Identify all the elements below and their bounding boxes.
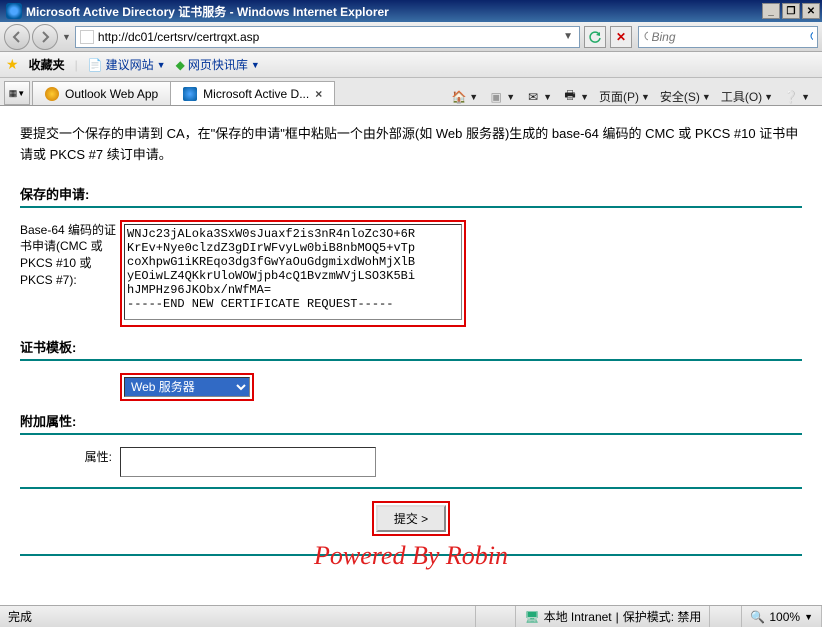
forward-button[interactable]	[32, 24, 58, 50]
search-input[interactable]	[652, 30, 809, 44]
ie-icon	[6, 3, 22, 19]
dropdown-icon: ▼	[804, 612, 813, 622]
status-separator	[476, 606, 516, 627]
owa-icon	[45, 87, 59, 101]
saved-request-heading: 保存的申请:	[20, 184, 802, 203]
minimize-button[interactable]: _	[762, 3, 780, 19]
stop-icon: ✕	[616, 30, 626, 44]
quick-tabs-button[interactable]: ▦▼	[4, 81, 30, 105]
template-heading: 证书模板:	[20, 337, 802, 356]
window-titlebar: Microsoft Active Directory 证书服务 - Window…	[0, 0, 822, 22]
window-title: Microsoft Active Directory 证书服务 - Window…	[26, 3, 762, 20]
tab-label: Outlook Web App	[65, 87, 158, 101]
tools-menu[interactable]: 工具(O) ▼	[721, 88, 773, 105]
stop-button[interactable]: ✕	[610, 26, 632, 48]
intro-text: 要提交一个保存的申请到 CA，在"保存的申请"框中粘贴一个由外部源(如 Web …	[20, 124, 802, 166]
refresh-icon	[588, 30, 602, 44]
slice-icon: ◆	[176, 58, 185, 72]
refresh-button[interactable]	[584, 26, 606, 48]
protected-mode-label: 保护模式: 禁用	[623, 608, 702, 625]
tab-label: Microsoft Active D...	[203, 87, 309, 101]
link-label: 网页快讯库	[188, 56, 248, 73]
favorites-star-icon[interactable]: ★	[6, 56, 19, 73]
status-bar: 完成 🖥 本地 Intranet | 保护模式: 禁用 🔍 100% ▼	[0, 605, 822, 627]
home-icon: 🏠	[451, 89, 467, 105]
zoom-label: 100%	[769, 610, 800, 624]
attrs-textarea[interactable]	[120, 447, 376, 477]
tab-certsrv[interactable]: Microsoft Active D... ×	[170, 81, 335, 105]
tab-outlook[interactable]: Outlook Web App	[32, 81, 171, 105]
history-dropdown-icon[interactable]: ▼	[60, 32, 73, 42]
close-button[interactable]: ✕	[802, 3, 820, 19]
csr-label: Base-64 编码的证书申请(CMC 或 PKCS #10 或 PKCS #7…	[20, 220, 120, 289]
template-highlight-box: Web 服务器	[120, 373, 254, 401]
submit-row: 提交 >	[20, 501, 802, 536]
search-icon	[643, 30, 648, 44]
csr-row: Base-64 编码的证书申请(CMC 或 PKCS #10 或 PKCS #7…	[20, 220, 802, 327]
submit-button[interactable]: 提交 >	[376, 505, 446, 532]
menu-label: 安全(S)	[660, 88, 700, 105]
url-dropdown-icon[interactable]: ▼	[561, 31, 575, 42]
command-bar: 🏠▼ ▣▼ ✉▼ 🖶▼ 页面(P) ▼ 安全(S) ▼ 工具(O) ▼ ❔▼	[334, 88, 818, 105]
window-buttons: _ ❐ ✕	[762, 3, 820, 19]
tab-bar: ▦▼ Outlook Web App Microsoft Active D...…	[0, 78, 822, 106]
help-button[interactable]: ❔▼	[783, 89, 810, 105]
tab-close-button[interactable]: ×	[315, 87, 322, 101]
page-menu[interactable]: 页面(P) ▼	[599, 88, 650, 105]
status-gap	[710, 606, 742, 627]
zoom-icon: 🔍	[750, 610, 765, 624]
submit-highlight-box: 提交 >	[372, 501, 450, 536]
ie-page-icon	[183, 87, 197, 101]
attrs-row: 属性:	[20, 447, 802, 477]
dropdown-icon: ▼	[157, 60, 166, 70]
favorites-label: 收藏夹	[29, 56, 65, 73]
menu-label: 页面(P)	[599, 88, 639, 105]
home-button[interactable]: 🏠▼	[451, 89, 478, 105]
rss-icon: ▣	[488, 89, 504, 105]
url-input[interactable]	[98, 30, 561, 44]
page-content: 要提交一个保存的申请到 CA，在"保存的申请"框中粘贴一个由外部源(如 Web …	[0, 106, 822, 581]
safety-menu[interactable]: 安全(S) ▼	[660, 88, 711, 105]
page-icon	[80, 30, 94, 44]
status-text: 完成	[0, 606, 476, 627]
intranet-icon: 🖥	[524, 610, 539, 624]
web-slices-link[interactable]: ◆ 网页快讯库 ▼	[176, 56, 260, 73]
spacer	[20, 373, 120, 375]
address-toolbar: ▼ ▼ ✕	[0, 22, 822, 52]
search-go-icon[interactable]	[809, 30, 814, 44]
mail-button[interactable]: ✉▼	[525, 89, 552, 105]
template-row: Web 服务器	[20, 373, 802, 401]
template-select[interactable]: Web 服务器	[124, 377, 250, 397]
link-label: 建议网站	[106, 56, 154, 73]
folder-icon: 📄	[88, 58, 103, 72]
zone-label: 本地 Intranet	[544, 608, 612, 625]
back-button[interactable]	[4, 24, 30, 50]
arrow-right-icon	[38, 30, 52, 44]
favorites-bar: ★ 收藏夹 | 📄 建议网站 ▼ ◆ 网页快讯库 ▼	[0, 52, 822, 78]
zoom-cell[interactable]: 🔍 100% ▼	[742, 606, 822, 627]
zone-cell: 🖥 本地 Intranet | 保护模式: 禁用	[516, 606, 710, 627]
section-rule	[20, 487, 802, 489]
feeds-button[interactable]: ▣▼	[488, 89, 515, 105]
arrow-left-icon	[10, 30, 24, 44]
mail-icon: ✉	[525, 89, 541, 105]
address-bar[interactable]: ▼	[75, 26, 580, 48]
print-button[interactable]: 🖶▼	[562, 89, 589, 105]
section-rule	[20, 359, 802, 361]
suggested-sites-link[interactable]: 📄 建议网站 ▼	[88, 56, 166, 73]
csr-highlight-box: WNJc23jALoka3SxW0sJuaxf2is3nR4nloZc3O+6R…	[120, 220, 466, 327]
attrs-heading: 附加属性:	[20, 411, 802, 430]
print-icon: 🖶	[562, 89, 578, 105]
watermark-text: Powered By Robin	[0, 541, 822, 571]
menu-label: 工具(O)	[721, 88, 762, 105]
search-bar[interactable]	[638, 26, 818, 48]
help-icon: ❔	[783, 89, 799, 105]
attrs-label: 属性:	[20, 447, 120, 466]
csr-textarea[interactable]: WNJc23jALoka3SxW0sJuaxf2is3nR4nloZc3O+6R…	[124, 224, 462, 320]
section-rule	[20, 206, 802, 208]
dropdown-icon: ▼	[251, 60, 260, 70]
section-rule	[20, 433, 802, 435]
maximize-button[interactable]: ❐	[782, 3, 800, 19]
